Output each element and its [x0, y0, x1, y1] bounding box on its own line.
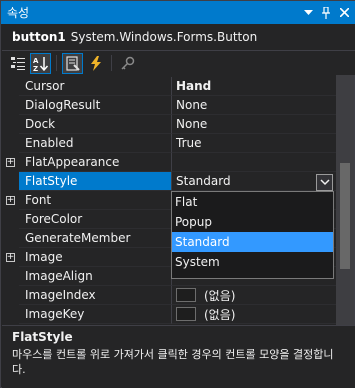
- property-value[interactable]: Standard: [171, 172, 336, 191]
- property-row[interactable]: + FlatAppearance: [2, 153, 336, 172]
- toolbar-separator: [111, 55, 112, 71]
- property-row[interactable]: Enabled True: [2, 134, 336, 153]
- properties-button[interactable]: [62, 52, 83, 74]
- title-bar[interactable]: 속성: [1, 1, 355, 24]
- property-row[interactable]: ImageIndex (없음): [2, 286, 336, 305]
- property-name: ImageAlign: [19, 267, 171, 286]
- pin-icon[interactable]: [317, 4, 335, 22]
- events-icon: [90, 55, 101, 71]
- property-name: Image: [19, 248, 171, 267]
- property-name: ImageIndex: [19, 286, 171, 305]
- image-swatch: [176, 288, 196, 302]
- window-position-dropdown-icon[interactable]: [299, 4, 317, 22]
- property-value[interactable]: None: [171, 115, 336, 134]
- events-button[interactable]: [85, 53, 106, 74]
- description-text: 마우스를 컨트롤 위로 가져가서 클릭한 경우의 컨트롤 모양을 결정합니다.: [12, 348, 334, 376]
- alphabetical-button[interactable]: A Z: [30, 52, 51, 74]
- expand-toggle[interactable]: +: [2, 248, 19, 267]
- property-name: DialogResult: [19, 96, 171, 115]
- expand-toggle[interactable]: +: [2, 153, 19, 172]
- property-row[interactable]: ImageKey (없음): [2, 305, 336, 324]
- property-row[interactable]: Cursor Hand: [2, 77, 336, 96]
- properties-window: 속성 button1 System.Windows.Forms.Button A: [0, 0, 355, 388]
- property-value[interactable]: Hand: [171, 77, 336, 96]
- description-panel: FlatStyle 마우스를 컨트롤 위로 가져가서 클릭한 경우의 컨트롤 모…: [2, 325, 355, 388]
- expand-toggle[interactable]: +: [2, 191, 19, 210]
- property-value[interactable]: (없음): [171, 286, 336, 305]
- property-pages-button[interactable]: [117, 53, 138, 74]
- plus-icon: +: [6, 252, 15, 262]
- toolbar-separator: [56, 55, 57, 71]
- property-name: ImageKey: [19, 305, 171, 324]
- property-row[interactable]: DialogResult None: [2, 96, 336, 115]
- property-pages-icon: [121, 56, 135, 70]
- property-name: Enabled: [19, 134, 171, 153]
- object-type: System.Windows.Forms.Button: [70, 30, 258, 44]
- property-value[interactable]: [171, 153, 336, 172]
- property-value-text: (없음): [204, 288, 236, 303]
- property-value[interactable]: None: [171, 96, 336, 115]
- property-name: FlatStyle: [19, 172, 171, 191]
- svg-text:A: A: [33, 57, 39, 65]
- categorized-icon: [10, 56, 25, 70]
- property-value-text: (없음): [204, 307, 236, 322]
- plus-icon: +: [6, 195, 15, 205]
- dropdown-option[interactable]: Popup: [172, 212, 333, 232]
- dropdown-option[interactable]: System: [172, 252, 333, 272]
- categorized-button[interactable]: [7, 53, 28, 74]
- chevron-down-icon: [319, 179, 330, 186]
- property-name: FlatAppearance: [19, 153, 171, 172]
- property-name: Cursor: [19, 77, 171, 96]
- vertical-scrollbar[interactable]: [336, 75, 354, 325]
- property-name: ForeColor: [19, 210, 171, 229]
- image-swatch: [176, 307, 196, 321]
- properties-icon: [66, 55, 80, 71]
- properties-toolbar: A Z: [2, 51, 355, 75]
- object-name: button1: [12, 30, 66, 44]
- dropdown-button[interactable]: [316, 174, 333, 191]
- alphabetical-icon: A Z: [33, 56, 48, 71]
- property-name: Dock: [19, 115, 171, 134]
- window-title: 속성: [7, 6, 30, 20]
- property-name: GenerateMember: [19, 229, 171, 248]
- property-row-selected[interactable]: FlatStyle Standard: [2, 172, 336, 191]
- dropdown-option-selected[interactable]: Standard: [172, 232, 333, 252]
- scrollbar-thumb[interactable]: [340, 163, 350, 269]
- property-name: Font: [19, 191, 171, 210]
- dropdown-option[interactable]: Flat: [172, 192, 333, 212]
- property-value[interactable]: True: [171, 134, 336, 153]
- property-value[interactable]: (없음): [171, 305, 336, 324]
- flatstyle-dropdown-list[interactable]: Flat Popup Standard System: [171, 191, 334, 279]
- svg-text:Z: Z: [33, 65, 38, 71]
- description-title: FlatStyle: [12, 330, 73, 344]
- object-selector[interactable]: button1 System.Windows.Forms.Button: [2, 24, 355, 51]
- plus-icon: +: [6, 157, 15, 167]
- property-row[interactable]: Dock None: [2, 115, 336, 134]
- close-icon[interactable]: [335, 4, 353, 22]
